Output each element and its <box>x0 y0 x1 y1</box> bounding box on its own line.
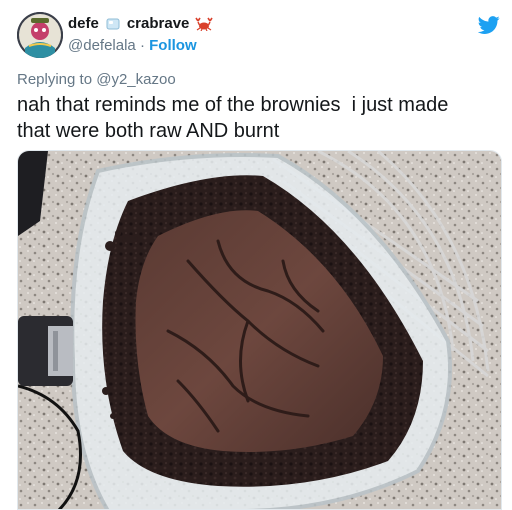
display-name-first[interactable]: defe <box>68 14 99 34</box>
replying-to: Replying to @y2_kazoo <box>17 70 176 90</box>
follow-button[interactable]: Follow <box>149 37 197 54</box>
avatar[interactable] <box>17 12 63 58</box>
brownie-photo <box>18 151 501 509</box>
tweet-card: defe crabrave @defelala · Follow Replyin… <box>0 0 512 510</box>
tweet-line-2: that were both raw AND burnt <box>17 120 280 142</box>
display-name-second[interactable]: crabrave <box>127 14 190 34</box>
reply-target-link[interactable]: @y2_kazoo <box>96 71 175 88</box>
user-handle[interactable]: @defelala <box>68 37 136 54</box>
replying-prefix: Replying to <box>17 71 93 88</box>
tweet-media-photo[interactable] <box>17 150 502 510</box>
author-block: defe crabrave @defelala · Follow <box>68 14 214 56</box>
tweet-text: nah that reminds me of the brownies i ju… <box>17 92 497 144</box>
handle-separator: · <box>139 37 145 54</box>
crab-icon <box>195 17 214 31</box>
ice-cube-icon <box>106 18 120 30</box>
handle-row: @defelala · Follow <box>68 36 213 56</box>
twitter-bird-icon[interactable] <box>478 14 500 36</box>
avatar-image <box>17 12 63 58</box>
display-name[interactable]: defe crabrave <box>68 14 214 34</box>
tweet-line-1: nah that reminds me of the brownies i ju… <box>17 94 449 116</box>
